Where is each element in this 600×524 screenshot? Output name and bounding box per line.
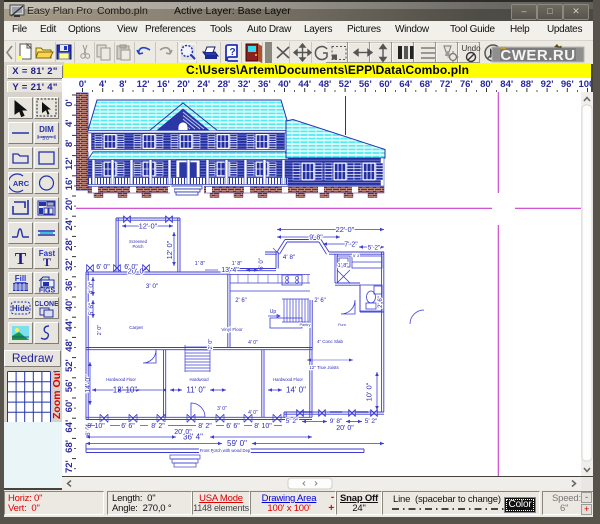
svg-text:32': 32' [64, 258, 75, 271]
svg-text:CLONE: CLONE [35, 301, 58, 308]
svg-text:20' 0": 20' 0" [336, 425, 354, 432]
svg-text:59' 0": 59' 0" [227, 439, 247, 448]
svg-text:10' 0": 10' 0" [365, 382, 374, 401]
svg-text:?: ? [229, 47, 235, 58]
svg-text:1' 8": 1' 8" [338, 263, 349, 269]
svg-text:4' 0": 4' 0" [248, 340, 258, 346]
svg-text:Hardwood: Hardwood [189, 377, 209, 382]
svg-text:4' 0": 4' 0" [248, 410, 258, 416]
svg-text:Hardwood Floor: Hardwood Floor [106, 377, 136, 382]
svg-text:Fill: Fill [15, 274, 27, 283]
svg-text:Front Porch with wood Dep: Front Porch with wood Dep [200, 448, 251, 453]
svg-text:T: T [15, 249, 27, 268]
svg-text:Hardwood Floor: Hardwood Floor [273, 377, 303, 382]
svg-text:13' 4": 13' 4" [221, 267, 239, 274]
svg-text:3' 0": 3' 0" [217, 406, 227, 412]
svg-text:16': 16' [64, 177, 75, 190]
svg-text:4" Conc Slab: 4" Conc Slab [317, 339, 344, 344]
svg-text:5' 2": 5' 2" [365, 418, 378, 425]
svg-text:9' 8": 9' 8" [330, 418, 343, 425]
svg-text:5' 6": 5' 6" [88, 302, 95, 315]
svg-text:2' 6": 2' 6" [235, 298, 247, 304]
svg-text:Up: Up [270, 309, 277, 315]
svg-text:Zoom Out: Zoom Out [51, 371, 63, 419]
svg-text:22' 0": 22' 0" [336, 225, 355, 234]
svg-text:5' 2": 5' 2" [286, 418, 299, 425]
svg-text:14' 0": 14' 0" [85, 375, 92, 393]
svg-text:2' 0": 2' 0" [208, 339, 214, 350]
svg-text:Pantry: Pantry [300, 323, 311, 327]
svg-text:52': 52' [64, 359, 75, 372]
svg-text:12': 12' [64, 157, 75, 170]
svg-text:6' 0": 6' 0" [96, 264, 110, 271]
svg-text:DIM: DIM [39, 125, 54, 134]
svg-text:4' 8": 4' 8" [283, 254, 296, 261]
svg-text:64': 64' [64, 420, 75, 433]
svg-text:20': 20' [64, 198, 75, 211]
svg-text:0': 0' [64, 99, 75, 107]
svg-text:3' 0": 3' 0" [146, 283, 159, 290]
svg-text:72': 72' [64, 460, 75, 473]
svg-text:28': 28' [64, 238, 75, 251]
svg-text:60': 60' [64, 400, 75, 413]
svg-text:T: T [43, 255, 51, 268]
svg-text:Porch: Porch [133, 244, 145, 249]
svg-text:8' 10": 8' 10" [87, 423, 105, 430]
svg-text:Undo: Undo [461, 44, 481, 53]
svg-text:44': 44' [64, 319, 75, 332]
svg-text:Furn: Furn [338, 323, 346, 327]
svg-text:2' 0": 2' 0" [97, 325, 103, 336]
svg-text:5’ 3: 5’ 3 [353, 253, 360, 258]
svg-text:1' 8": 1' 8" [232, 261, 243, 267]
svg-text:56': 56' [64, 379, 75, 392]
svg-text:2' 6": 2' 6" [378, 296, 384, 308]
svg-text:12' 0": 12' 0" [165, 240, 174, 259]
svg-text:14' 0": 14' 0" [286, 386, 306, 395]
svg-text:ARC: ARC [13, 179, 30, 188]
svg-text:Carpet: Carpet [129, 325, 143, 330]
svg-text:6' 6": 6' 6" [121, 423, 135, 430]
svg-text:1' 8": 1' 8" [195, 261, 206, 267]
svg-text:11' 0": 11' 0" [186, 386, 206, 395]
svg-text:36': 36' [64, 278, 75, 291]
svg-text:8': 8' [64, 140, 75, 148]
svg-text:12' 0": 12' 0" [139, 222, 158, 231]
svg-text:5' 2": 5' 2" [368, 245, 381, 252]
svg-text:8' 2": 8' 2" [151, 423, 165, 430]
svg-text:4': 4' [64, 119, 75, 127]
svg-text:CWER.RU: CWER.RU [500, 47, 575, 64]
svg-text:100': 100' [578, 79, 591, 90]
svg-text:FIGS: FIGS [39, 288, 56, 294]
svg-text:Hide: Hide [12, 304, 30, 313]
svg-text:68': 68' [64, 440, 75, 453]
svg-text:20' 0": 20' 0" [174, 429, 192, 436]
svg-text:*5'0"*: *5'0"* [40, 136, 52, 142]
svg-text:48': 48' [64, 339, 75, 352]
svg-text:6' 0": 6' 0" [124, 264, 138, 271]
svg-text:24': 24' [64, 218, 75, 231]
svg-text:9' 8": 9' 8" [309, 235, 323, 242]
svg-text:40': 40' [64, 299, 75, 312]
svg-text:7' 2": 7' 2" [344, 242, 358, 249]
svg-text:8' 2": 8' 2" [198, 423, 212, 430]
svg-text:2' 6": 2' 6" [314, 298, 326, 304]
svg-text:Vinyl Floor: Vinyl Floor [221, 327, 243, 332]
svg-text:8' 10": 8' 10" [254, 423, 272, 430]
svg-text:6' 6": 6' 6" [226, 423, 240, 430]
svg-text:12" True Joists: 12" True Joists [309, 365, 339, 370]
